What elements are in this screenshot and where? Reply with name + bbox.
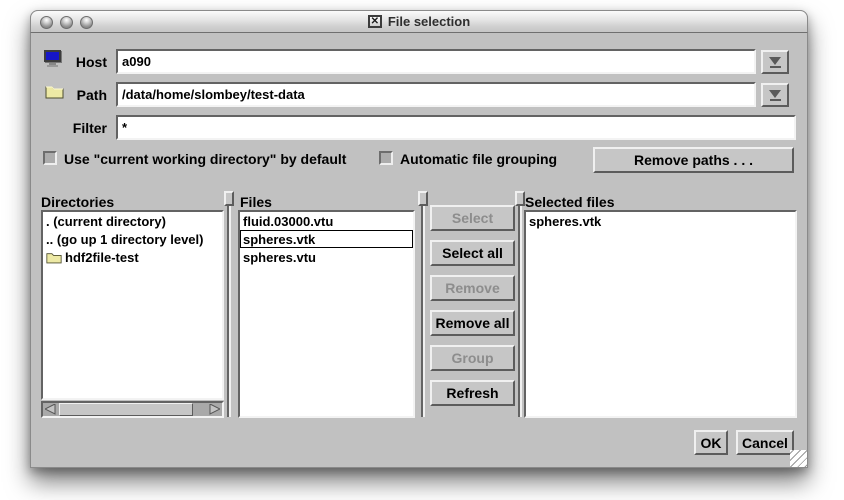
use-cwd-checkbox[interactable] (43, 151, 57, 165)
window-title-area: ✕ File selection (31, 14, 807, 29)
auto-grouping-label: Automatic file grouping (400, 151, 557, 167)
list-item[interactable]: spheres.vtu (240, 248, 413, 266)
window-controls (40, 16, 93, 29)
cancel-button[interactable]: Cancel (736, 430, 794, 455)
use-cwd-label: Use "current working directory" by defau… (64, 151, 346, 167)
splitter-groove (518, 193, 522, 417)
x11-app-icon: ✕ (368, 15, 382, 28)
host-label: Host (39, 54, 107, 70)
selected-files-header: Selected files (525, 194, 615, 210)
filter-input[interactable]: * (116, 115, 796, 140)
select-all-button[interactable]: Select all (430, 240, 515, 266)
list-item[interactable]: .. (go up 1 directory level) (43, 230, 222, 248)
close-button[interactable] (40, 16, 53, 29)
path-label: Path (39, 87, 107, 103)
splitter-handle[interactable] (224, 191, 234, 206)
group-button[interactable]: Group (430, 345, 515, 371)
scroll-right-arrow-icon[interactable] (207, 403, 222, 416)
scroll-left-arrow-icon[interactable] (43, 403, 58, 416)
ok-button[interactable]: OK (694, 430, 728, 455)
refresh-button[interactable]: Refresh (430, 380, 515, 406)
window-title: File selection (388, 14, 470, 29)
host-dropdown-button[interactable] (761, 50, 789, 74)
chevron-down-icon (769, 57, 781, 65)
list-item[interactable]: spheres.vtk (526, 212, 795, 230)
minimize-button[interactable] (60, 16, 73, 29)
splitter-groove (227, 193, 231, 417)
remove-button[interactable]: Remove (430, 275, 515, 301)
files-header: Files (240, 194, 272, 210)
list-item[interactable]: . (current directory) (43, 212, 222, 230)
folder-icon (46, 251, 62, 264)
path-dropdown-button[interactable] (761, 83, 789, 107)
splitter-handle[interactable] (418, 191, 428, 206)
file-selection-window: ✕ File selection Host a090 Path /data/ho… (30, 10, 808, 468)
resize-grip[interactable] (790, 450, 807, 467)
path-input[interactable]: /data/home/slombey/test-data (116, 82, 756, 107)
list-item[interactable]: hdf2file-test (43, 248, 222, 266)
splitter-groove (421, 193, 425, 417)
select-button[interactable]: Select (430, 205, 515, 231)
zoom-button[interactable] (80, 16, 93, 29)
directories-list[interactable]: . (current directory) .. (go up 1 direct… (41, 210, 224, 400)
splitter-handle[interactable] (515, 191, 525, 206)
filter-label: Filter (39, 120, 107, 136)
host-input[interactable]: a090 (116, 49, 756, 74)
files-list[interactable]: fluid.03000.vtu spheres.vtk spheres.vtu (238, 210, 415, 418)
directories-header: Directories (41, 194, 114, 210)
list-item-selected[interactable]: spheres.vtk (240, 230, 413, 248)
titlebar[interactable]: ✕ File selection (30, 10, 808, 33)
remove-paths-button[interactable]: Remove paths . . . (593, 147, 794, 173)
directories-horizontal-scrollbar[interactable] (41, 401, 224, 418)
chevron-down-icon (769, 90, 781, 98)
list-item[interactable]: fluid.03000.vtu (240, 212, 413, 230)
remove-all-button[interactable]: Remove all (430, 310, 515, 336)
auto-grouping-checkbox[interactable] (379, 151, 393, 165)
scrollbar-thumb[interactable] (59, 403, 193, 416)
selected-files-list[interactable]: spheres.vtk (524, 210, 797, 418)
